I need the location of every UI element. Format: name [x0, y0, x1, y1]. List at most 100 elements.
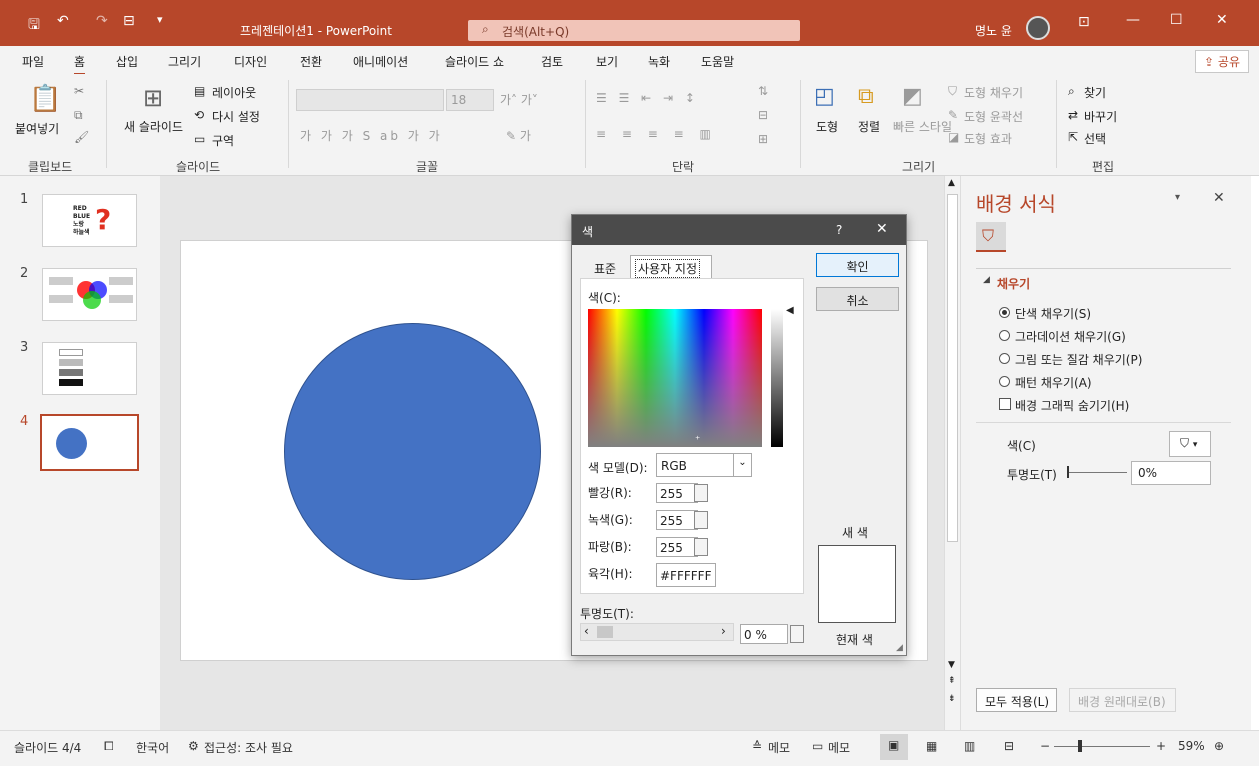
blue-spinner[interactable] — [694, 538, 708, 556]
text-direction-icon[interactable]: ⇅ — [758, 84, 768, 98]
color-picker-button[interactable]: ⛉ ▾ — [1169, 431, 1211, 457]
grow-font-icon[interactable]: 가˄ 가˅ — [500, 91, 538, 108]
radio-gradient-fill[interactable] — [999, 330, 1010, 341]
shape-effects-button[interactable]: 도형 효과 — [964, 130, 1012, 147]
green-input[interactable]: 255 — [656, 510, 698, 530]
tab-review[interactable]: 검토 — [541, 53, 563, 70]
fill-section-label[interactable]: 채우기 — [997, 275, 1030, 292]
section-button[interactable]: 구역 — [212, 132, 234, 149]
search-box[interactable]: ⌕ 검색(Alt+Q) — [468, 20, 800, 41]
replace-button[interactable]: 바꾸기 — [1084, 108, 1117, 125]
quick-styles-icon[interactable]: ◩ — [902, 84, 923, 109]
share-button[interactable]: ⇪ 공유 — [1195, 50, 1249, 73]
maximize-icon[interactable]: ☐ — [1170, 12, 1183, 28]
zoom-level[interactable]: 59% — [1178, 739, 1205, 753]
transparency-input[interactable]: 0% — [1131, 461, 1211, 485]
hide-bg-checkbox[interactable] — [999, 398, 1011, 410]
cut-icon[interactable]: ✂ — [74, 84, 84, 98]
align-text-icon[interactable]: ⊟ — [758, 108, 768, 122]
tab-slideshow[interactable]: 슬라이드 쇼 — [445, 53, 504, 70]
paste-icon[interactable]: 📋 — [29, 84, 61, 114]
transparency-scrollbar[interactable]: ‹ › — [580, 623, 734, 641]
next-slide-icon[interactable]: ⇟ — [948, 694, 956, 704]
color-spectrum[interactable]: ⁺ — [588, 309, 762, 447]
arrange-button[interactable]: 정렬 — [858, 118, 880, 135]
reading-view-icon[interactable]: ▥ — [964, 739, 975, 753]
spellcheck-icon[interactable]: ⧠ — [104, 739, 114, 754]
scroll-up-icon[interactable]: ▲ — [948, 178, 955, 188]
font-format-icons[interactable]: 가 가 가 S ab 가 가 — [300, 127, 443, 144]
apply-all-button[interactable]: 모두 적용(L) — [976, 688, 1057, 712]
find-button[interactable]: 찾기 — [1084, 84, 1106, 101]
new-slide-button[interactable]: 새 슬라이드 — [124, 118, 183, 135]
redo-icon[interactable]: ↷ — [96, 13, 108, 29]
undo-icon[interactable]: ↶ — [57, 13, 69, 29]
minimize-icon[interactable]: — — [1126, 12, 1140, 28]
scroll-thumb[interactable] — [597, 626, 613, 638]
quick-styles-button[interactable]: 빠른 스타일 — [893, 118, 952, 135]
list-icons[interactable]: ☰ ☰ ⇤ ⇥ ↕ — [596, 91, 699, 105]
font-name-combo[interactable] — [296, 89, 444, 111]
align-icons[interactable]: ≡ ≡ ≡ ≡ ▥ — [596, 127, 717, 141]
comments-button[interactable]: 메모 — [828, 739, 850, 756]
resize-grip-icon[interactable]: ◢ — [896, 643, 903, 653]
blue-input[interactable]: 255 — [656, 537, 698, 557]
luminance-pointer-icon[interactable]: ◀ — [786, 305, 794, 316]
fit-slide-icon[interactable]: ⊕ — [1214, 739, 1224, 753]
zoom-slider[interactable] — [1054, 746, 1150, 747]
collapse-icon[interactable]: ◢ — [983, 275, 990, 285]
pane-options-icon[interactable]: ▾ — [1175, 192, 1180, 203]
language-label[interactable]: 한국어 — [136, 739, 169, 756]
font-color-icon[interactable]: ✎ 가 — [506, 127, 531, 144]
tab-custom[interactable]: 사용자 지정 — [630, 255, 712, 279]
ribbon-display-icon[interactable]: ⊡ — [1078, 14, 1090, 30]
new-slide-icon[interactable]: ⊞ — [143, 84, 163, 112]
tab-view[interactable]: 보기 — [596, 53, 618, 70]
zoom-out-icon[interactable]: − — [1040, 739, 1050, 753]
circle-shape[interactable] — [284, 323, 541, 580]
reset-button[interactable]: 다시 설정 — [212, 108, 260, 125]
radio-pattern-fill[interactable] — [999, 376, 1010, 387]
hex-input[interactable]: #FFFFFF — [656, 563, 716, 587]
close-pane-icon[interactable]: ✕ — [1213, 190, 1225, 206]
zoom-in-icon[interactable]: + — [1156, 739, 1166, 753]
tab-standard[interactable]: 표준 — [594, 260, 616, 277]
customize-qat-icon[interactable]: ▾ — [157, 13, 163, 26]
shapes-icon[interactable]: ◰ — [814, 84, 835, 109]
accessibility-status[interactable]: 접근성: 조사 필요 — [204, 739, 293, 756]
tab-draw[interactable]: 그리기 — [168, 53, 201, 70]
slide-thumbnail-3[interactable] — [42, 342, 137, 395]
red-spinner[interactable] — [694, 484, 708, 502]
luminance-bar[interactable] — [771, 309, 783, 447]
radio-picture-fill[interactable] — [999, 353, 1010, 364]
arrange-icon[interactable]: ⧉ — [858, 84, 874, 109]
reset-background-button[interactable]: 배경 원래대로(B) — [1069, 688, 1176, 712]
shape-fill-button[interactable]: 도형 채우기 — [964, 84, 1023, 101]
paste-button[interactable]: 붙여넣기 — [15, 120, 59, 137]
close-icon[interactable]: ✕ — [876, 221, 888, 237]
slider-handle[interactable] — [1067, 466, 1069, 478]
transparency-slider[interactable] — [1069, 472, 1127, 473]
zoom-handle[interactable] — [1078, 740, 1082, 752]
transparency-spinner[interactable] — [790, 625, 804, 643]
notes-button[interactable]: 메모 — [768, 739, 790, 756]
slide-thumbnail-4[interactable] — [40, 414, 139, 471]
save-icon[interactable]: 🖫 — [28, 14, 40, 38]
copy-icon[interactable]: ⧉ — [74, 108, 83, 123]
prev-slide-icon[interactable]: ⇞ — [948, 676, 956, 686]
red-input[interactable]: 255 — [656, 483, 698, 503]
ok-button[interactable]: 확인 — [816, 253, 899, 277]
shape-outline-button[interactable]: 도형 윤곽선 — [964, 108, 1023, 125]
vertical-scrollbar[interactable]: ▲ ▼ ⇞ ⇟ — [944, 176, 960, 730]
scroll-right-icon[interactable]: › — [721, 624, 726, 638]
font-size-combo[interactable]: 18 — [446, 89, 494, 111]
scroll-thumb[interactable] — [947, 194, 958, 542]
slide-thumbnail-1[interactable]: RED BLUE 노랑 하늘색 ? — [42, 194, 137, 247]
help-button[interactable]: ? — [836, 223, 842, 237]
smartart-icon[interactable]: ⊞ — [758, 132, 768, 146]
radio-solid-fill[interactable] — [999, 307, 1010, 318]
scroll-left-icon[interactable]: ‹ — [584, 624, 589, 638]
cancel-button[interactable]: 취소 — [816, 287, 899, 311]
avatar[interactable] — [1026, 16, 1050, 40]
green-spinner[interactable] — [694, 511, 708, 529]
